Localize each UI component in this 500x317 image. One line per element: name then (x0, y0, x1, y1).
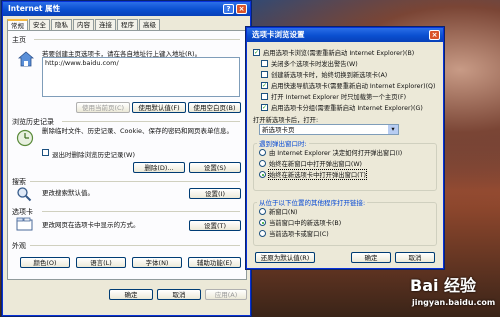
chevron-down-icon[interactable]: ▾ (388, 125, 398, 134)
link-current-tab-label: 当前选项卡或窗口(C) (269, 231, 329, 238)
exit-delete-label: 退出时删除浏览历史记录(W) (52, 151, 135, 159)
fonts-button[interactable]: 字体(N) (132, 257, 182, 268)
internet-properties-dialog: Internet 属性 ? × 常规 安全 隐私 内容 连接 程序 高级 主页 … (2, 1, 251, 316)
popup-new-tab-label: 始终在新选项卡中打开弹出窗口(T) (268, 169, 367, 180)
homepage-section-label: 主页 (12, 36, 26, 44)
new-tab-dropdown-value: 新选项卡页 (262, 126, 295, 134)
dialog-title: 选项卡浏览设置 (252, 30, 305, 39)
tabs-section-label: 选项卡 (12, 208, 33, 216)
link-new-tab-radio[interactable] (259, 219, 266, 226)
close-button[interactable]: × (429, 30, 440, 40)
tabs-settings-button[interactable]: 设置(T) (189, 220, 241, 231)
help-button[interactable]: ? (223, 4, 234, 14)
search-description: 更改搜索默认值。 (42, 189, 94, 197)
warn-close-label: 关闭多个选项卡时发出警告(W) (271, 61, 358, 68)
popup-new-window-radio[interactable] (259, 160, 266, 167)
history-section-label: 浏览历史记录 (12, 118, 54, 126)
baidu-jingyan-logo: Bai 经验 (410, 276, 477, 295)
tabs-description: 更改网页在选项卡中显示的方式。 (42, 221, 140, 229)
new-tab-open-label: 打开新选项卡后，打开: (253, 117, 319, 124)
colors-button[interactable]: 颜色(O) (20, 257, 70, 268)
popup-new-window-label: 始终在新窗口中打开弹出窗口(W) (269, 161, 362, 168)
enable-tabs-checkbox[interactable]: ✓ (253, 49, 260, 56)
tab-content[interactable]: 内容 (73, 19, 94, 30)
history-description: 删除临时文件、历史记录、Cookie、保存的密码和网页表单信息。 (42, 127, 234, 135)
divider (62, 121, 240, 122)
tab-strip: 常规 安全 隐私 内容 连接 程序 高级 (7, 19, 161, 32)
use-current-button[interactable]: 使用当前页(C) (76, 102, 130, 113)
house-icon (18, 51, 34, 67)
ok-button[interactable]: 确定 (351, 252, 391, 263)
internet-properties-titlebar[interactable]: Internet 属性 ? × (3, 2, 250, 16)
apply-button[interactable]: 应用(A) (205, 289, 247, 300)
accessibility-button[interactable]: 辅助功能(E) (188, 257, 241, 268)
divider (30, 181, 240, 182)
popup-ie-decides-radio[interactable] (259, 149, 266, 156)
restore-defaults-button[interactable]: 还原为默认值(R) (255, 252, 315, 263)
popup-new-tab-radio[interactable] (259, 171, 266, 178)
popup-ie-decides-label: 由 Internet Explorer 决定如何打开弹出窗口(I) (269, 150, 403, 157)
history-settings-button[interactable]: 设置(S) (189, 162, 241, 173)
watermark-url: jingyan.baidu.com (412, 298, 496, 307)
languages-button[interactable]: 语言(L) (76, 257, 126, 268)
tab-groups-checkbox[interactable]: ✓ (261, 104, 268, 111)
delete-history-button[interactable]: 删除(D)... (133, 162, 185, 173)
close-button[interactable]: × (236, 4, 247, 14)
links-group-label: 从位于以下位置的其他程序打开链接: (257, 197, 368, 207)
enable-tabs-label: 启用选项卡浏览(需要重新启动 Internet Explorer)(B) (263, 50, 415, 57)
cancel-button[interactable]: 取消 (395, 252, 435, 263)
switch-new-tab-checkbox[interactable] (261, 71, 268, 78)
tabs-icon (16, 217, 33, 231)
use-blank-button[interactable]: 使用空白页(B) (188, 102, 241, 113)
tab-advanced[interactable]: 高级 (139, 19, 160, 30)
tab-security[interactable]: 安全 (29, 19, 50, 30)
use-default-button[interactable]: 使用默认值(F) (132, 102, 186, 113)
first-homepage-label: 打开 Internet Explorer 时只加载第一个主页(F) (271, 94, 407, 101)
general-tab-panel: 主页 若要创建主页选项卡，请在各自地址行上键入地址(R)。 http://www… (7, 30, 247, 280)
divider (30, 245, 240, 246)
quick-tabs-label: 启用快速导航选项卡(需要重新启动 Internet Explorer)(Q) (271, 83, 436, 90)
tabbed-browsing-titlebar[interactable]: 选项卡浏览设置 × (247, 28, 443, 42)
tab-programs[interactable]: 程序 (117, 19, 138, 30)
history-clock-icon (16, 129, 34, 147)
dialog-title: Internet 属性 (8, 4, 61, 13)
homepage-url-value: http://www.baidu.com/ (45, 59, 119, 67)
appearance-section-label: 外观 (12, 242, 26, 250)
warn-close-checkbox[interactable] (261, 60, 268, 67)
switch-new-tab-label: 创建新选项卡时，始终切换到新选项卡(A) (271, 72, 388, 79)
popups-group-label: 遇到弹出窗口时: (257, 138, 309, 148)
link-new-window-radio[interactable] (259, 208, 266, 215)
tab-connections[interactable]: 连接 (95, 19, 116, 30)
new-tab-dropdown[interactable]: 新选项卡页 ▾ (259, 124, 399, 135)
link-new-window-label: 新窗口(N) (269, 209, 298, 216)
exit-delete-checkbox[interactable] (42, 149, 49, 156)
link-current-tab-radio[interactable] (259, 230, 266, 237)
divider (42, 211, 240, 212)
tab-privacy[interactable]: 隐私 (51, 19, 72, 30)
search-icon (17, 187, 32, 202)
quick-tabs-checkbox[interactable]: ✓ (261, 82, 268, 89)
tab-groups-label: 启用选项卡分组(需要重新启动 Internet Explorer)(G) (271, 105, 423, 112)
search-settings-button[interactable]: 设置(I) (189, 188, 241, 199)
tabbed-browsing-dialog: 选项卡浏览设置 × ✓ 启用选项卡浏览(需要重新启动 Internet Expl… (246, 27, 444, 269)
cancel-button[interactable]: 取消 (157, 289, 201, 300)
divider (34, 39, 240, 40)
ok-button[interactable]: 确定 (109, 289, 153, 300)
link-new-tab-label: 当前窗口中的新选项卡(B) (269, 220, 342, 227)
first-homepage-checkbox[interactable] (261, 93, 268, 100)
homepage-url-textarea[interactable]: http://www.baidu.com/ (42, 57, 240, 97)
